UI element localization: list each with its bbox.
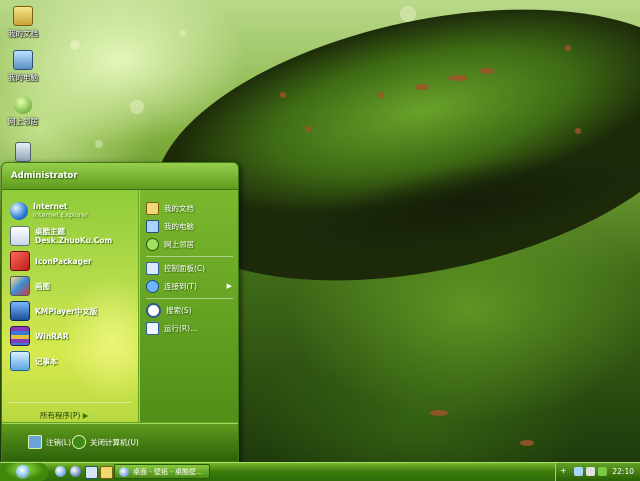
clock[interactable]: 22:10 [612,467,634,476]
zhuoku-icon [10,226,30,246]
pinned-programs-panel: Internet Internet Explorer 桌酷主题Desk.Zhuo… [2,190,138,422]
my-computer-icon [146,219,159,233]
quick-launch-media-icon[interactable] [70,466,81,477]
logoff-label: 注销(L) [46,437,72,447]
tray-volume-icon[interactable] [586,467,595,476]
program-notepad[interactable]: 记事本 [10,350,58,372]
tray-app-icon[interactable] [598,467,607,476]
place-control-panel[interactable]: 控制面板(C) [146,260,232,276]
run-icon [146,321,159,335]
place-run[interactable]: 运行(R)... [146,320,232,336]
notepad-icon [10,351,30,371]
windows-logo-icon [16,465,30,479]
user-name: Administrator [11,171,78,181]
place-label: 控制面板(C) [164,263,206,273]
network-places-icon [14,96,32,114]
program-title: 桌酷主题Desk.ZhuoKu.Com [35,227,113,245]
start-button[interactable] [0,463,48,481]
desktop-icon-label: 我的文档 [8,29,38,38]
search-icon [146,302,161,318]
program-internet-explorer[interactable]: Internet Internet Explorer [10,200,88,222]
place-network[interactable]: 网上邻居 [146,236,232,252]
taskbar-window-button[interactable]: 桌面 - 壁纸 - 桌酷壁... [114,464,210,479]
desktop-icon-my-computer[interactable]: 我的电脑 [2,50,44,83]
start-menu-footer: 注销(L) 关闭计算机(U) [2,423,238,461]
connect-to-icon [146,279,159,293]
recycle-bin-icon [15,142,31,162]
program-paint[interactable]: 画图 [10,275,50,297]
program-title: 记事本 [35,356,58,366]
program-subtitle: Internet Explorer [33,211,88,219]
program-iconpackager[interactable]: IconPackager [10,250,92,272]
quick-launch-show-desktop-icon[interactable] [85,466,98,479]
place-label: 我的电脑 [164,221,194,231]
iconpackager-icon [10,251,30,271]
start-menu: Administrator Internet Internet Explorer… [1,162,239,462]
logoff-icon [28,435,42,449]
program-title: IconPackager [35,256,92,266]
place-label: 搜索(S) [166,305,192,315]
winrar-icon [10,326,30,346]
program-title: WinRAR [35,331,69,341]
place-label: 运行(R)... [164,323,198,333]
program-kmplayer[interactable]: KMPlayer中文版 [10,300,97,322]
separator [8,402,132,403]
my-computer-icon [13,50,33,70]
internet-explorer-icon [119,466,129,477]
logoff-button[interactable]: 注销(L) [28,435,71,449]
program-title: Internet [33,202,68,211]
start-menu-header: Administrator [2,163,238,190]
all-programs-button[interactable]: 所有程序(P) ▶ [40,410,89,421]
desktop-icon-recycle-bin[interactable] [2,142,44,164]
taskbar: 桌面 - 壁纸 - 桌酷壁... + 22:10 [0,462,640,481]
desktop-icon-label: 网上邻居 [8,117,38,126]
program-title: 画图 [35,281,50,291]
kmplayer-icon [10,301,30,321]
arrow-right-icon: ▶ [82,411,89,420]
my-documents-icon [146,201,159,215]
desktop-icon-label: 我的电脑 [8,73,38,82]
quick-launch-browser-icon[interactable] [55,466,66,477]
separator [146,298,233,299]
paint-icon [10,276,30,296]
place-label: 连接到(T) [164,281,197,291]
control-panel-icon [146,261,159,275]
submenu-arrow-icon: ▶ [226,282,232,290]
all-programs-label: 所有程序(P) [40,411,81,420]
power-icon [72,435,86,449]
place-search[interactable]: 搜索(S) [146,302,232,318]
desktop-icon-network[interactable]: 网上邻居 [2,96,44,127]
tray-expand-icon[interactable]: + [560,466,569,475]
place-label: 网上邻居 [164,239,194,249]
program-winrar[interactable]: WinRAR [10,325,69,347]
place-my-documents[interactable]: 我的文档 [146,200,232,216]
program-zhuoku[interactable]: 桌酷主题Desk.ZhuoKu.Com [10,225,138,247]
network-places-icon [146,237,159,251]
separator [146,256,233,257]
tray-network-icon[interactable] [574,467,583,476]
taskbar-window-title: 桌面 - 壁纸 - 桌酷壁... [133,467,203,476]
system-tray: + 22:10 [555,463,640,481]
place-label: 我的文档 [164,203,194,213]
program-title: KMPlayer中文版 [35,306,98,316]
internet-explorer-icon [10,202,28,220]
place-my-computer[interactable]: 我的电脑 [146,218,232,234]
shutdown-label: 关闭计算机(U) [90,437,139,447]
my-documents-icon [13,6,33,26]
places-panel: 我的文档 我的电脑 网上邻居 控制面板(C) 连接到(T) ▶ 搜索(S) 运行… [139,190,238,422]
shutdown-button[interactable]: 关闭计算机(U) [72,435,139,449]
quick-launch-folder-icon[interactable] [100,466,113,479]
place-connect-to[interactable]: 连接到(T) ▶ [146,278,232,294]
desktop-icon-my-documents[interactable]: 我的文档 [2,6,44,39]
